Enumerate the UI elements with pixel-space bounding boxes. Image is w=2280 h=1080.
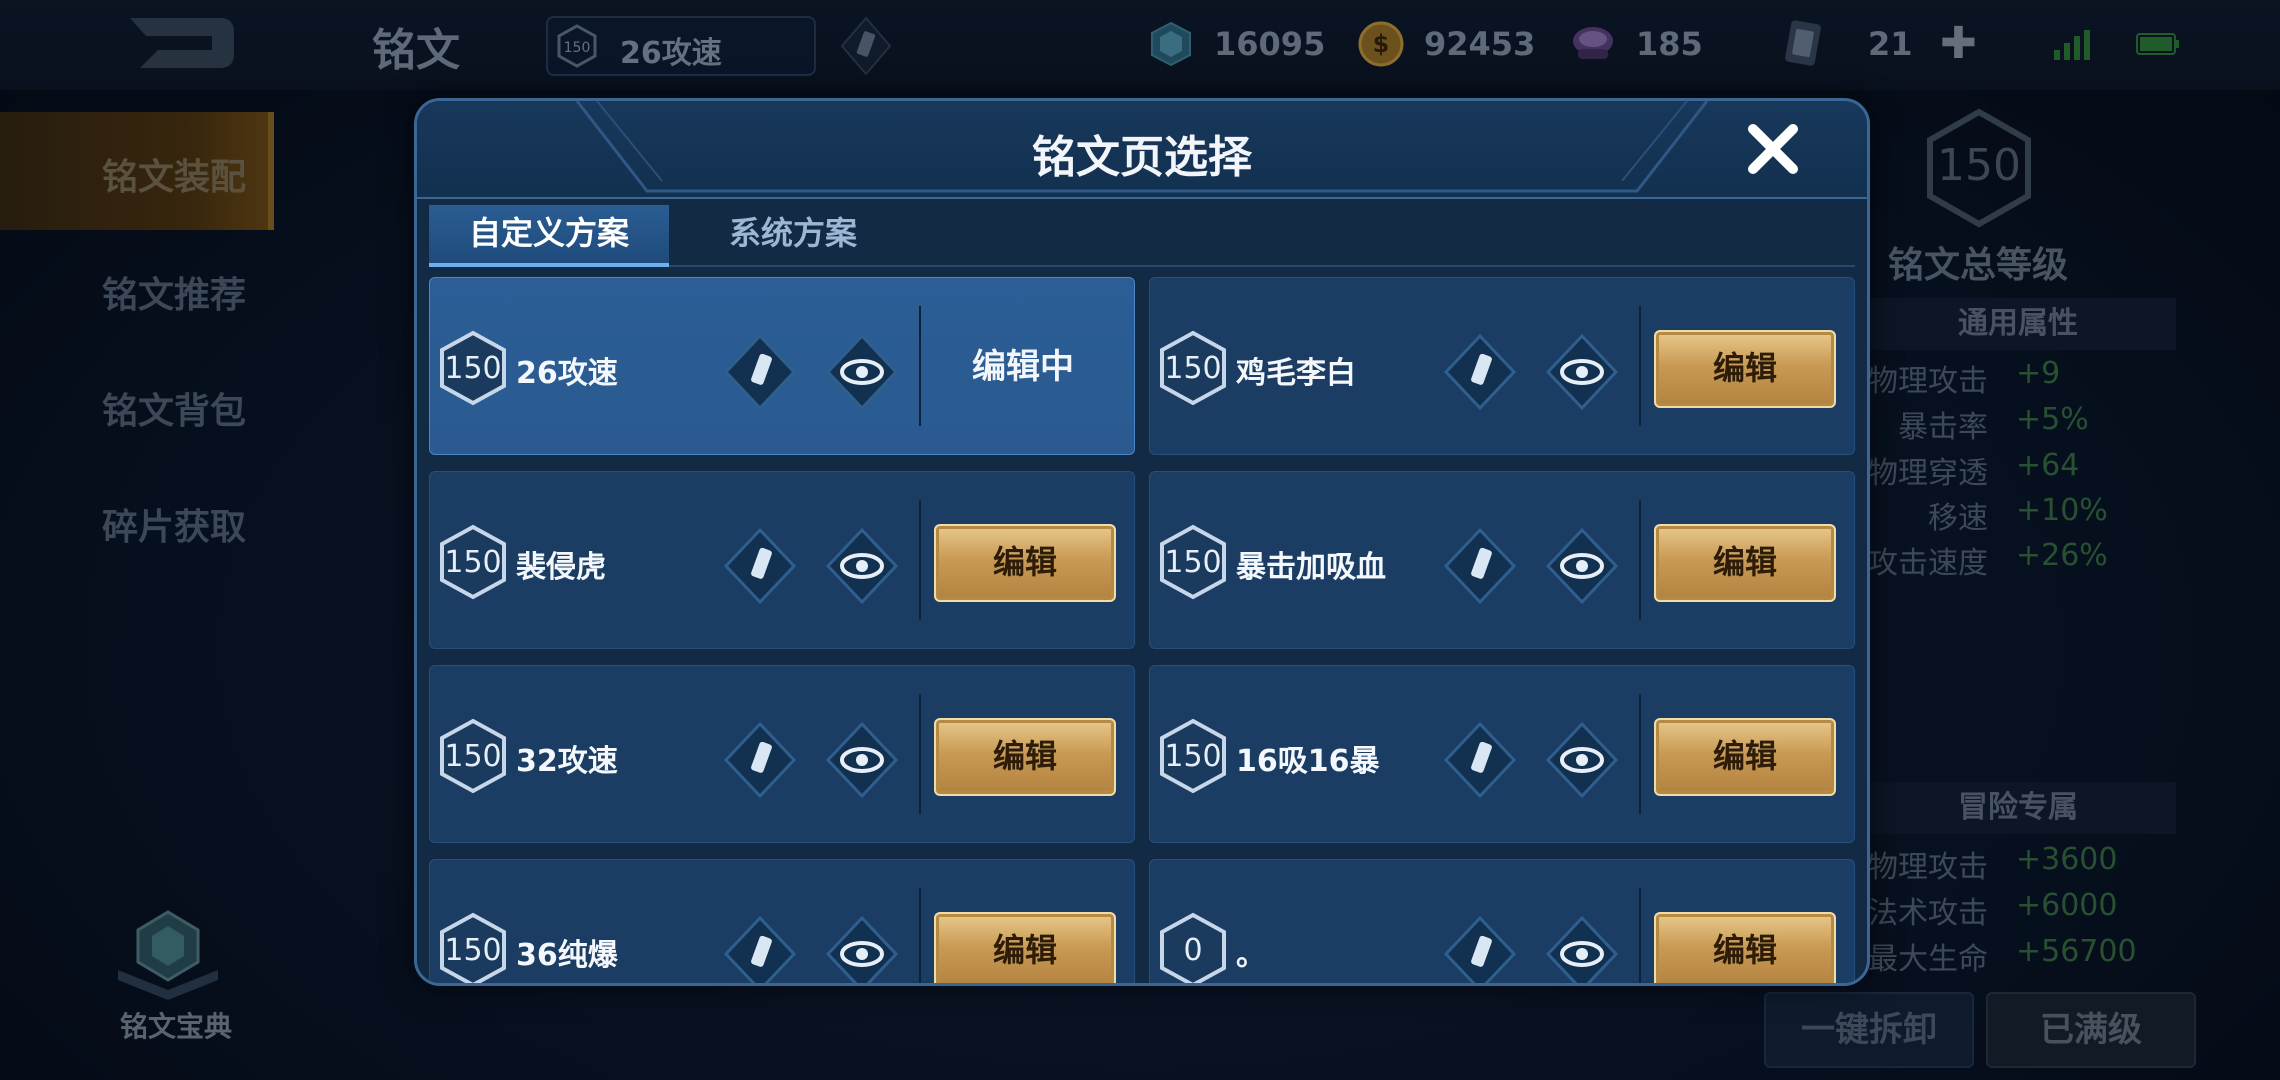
card-divider	[919, 888, 921, 983]
card-divider	[1639, 888, 1641, 983]
edit-button[interactable]: 编辑	[934, 912, 1116, 983]
preview-eye-icon[interactable]	[1544, 720, 1620, 800]
preview-eye-icon[interactable]	[824, 332, 900, 412]
page-name: 。	[1236, 938, 1266, 973]
card-divider	[919, 306, 921, 426]
preview-eye-icon[interactable]	[1544, 332, 1620, 412]
preview-eye-icon[interactable]	[1544, 526, 1620, 606]
editing-status: 编辑中	[972, 347, 1074, 387]
page-name: 16吸16暴	[1236, 744, 1380, 779]
page-grid: 150 26攻速 编辑中 150 鸡毛李白 编辑 150 裴侵虎 编辑 150 …	[429, 277, 1855, 983]
rename-pen-icon[interactable]	[722, 914, 798, 986]
card-divider	[1639, 500, 1641, 620]
tab-custom[interactable]: 自定义方案	[429, 205, 669, 267]
edit-button[interactable]: 编辑	[1654, 524, 1836, 602]
page-card[interactable]: 0 。 编辑	[1149, 859, 1855, 986]
preview-eye-icon[interactable]	[1544, 914, 1620, 986]
page-card[interactable]: 150 鸡毛李白 编辑	[1149, 277, 1855, 455]
modal-header: 铭文页选择	[417, 101, 1867, 199]
preview-eye-icon[interactable]	[824, 914, 900, 986]
page-card[interactable]: 150 16吸16暴 编辑	[1149, 665, 1855, 843]
page-card[interactable]: 150 26攻速 编辑中	[429, 277, 1135, 455]
page-select-modal: 铭文页选择 自定义方案 系统方案 150 26攻速 编辑中 150 鸡毛李白 编…	[414, 98, 1870, 986]
edit-button[interactable]: 编辑	[934, 718, 1116, 796]
page-card[interactable]: 150 32攻速 编辑	[429, 665, 1135, 843]
edit-button[interactable]: 编辑	[1654, 718, 1836, 796]
rename-pen-icon[interactable]	[1442, 720, 1518, 800]
card-divider	[919, 500, 921, 620]
page-name: 暴击加吸血	[1236, 550, 1386, 585]
edit-button[interactable]: 编辑	[1654, 330, 1836, 408]
preview-eye-icon[interactable]	[824, 720, 900, 800]
card-divider	[1639, 694, 1641, 814]
rename-pen-icon[interactable]	[722, 332, 798, 412]
page-name: 26攻速	[516, 356, 618, 391]
page-name: 裴侵虎	[516, 550, 606, 585]
page-name: 36纯爆	[516, 938, 618, 973]
edit-button[interactable]: 编辑	[934, 524, 1116, 602]
tab-system[interactable]: 系统方案	[673, 205, 913, 263]
page-card[interactable]: 150 暴击加吸血 编辑	[1149, 471, 1855, 649]
rename-pen-icon[interactable]	[722, 720, 798, 800]
page-card[interactable]: 150 裴侵虎 编辑	[429, 471, 1135, 649]
card-divider	[919, 694, 921, 814]
preview-eye-icon[interactable]	[824, 526, 900, 606]
page-card[interactable]: 150 36纯爆 编辑	[429, 859, 1135, 986]
rename-pen-icon[interactable]	[1442, 914, 1518, 986]
tab-bar: 自定义方案 系统方案	[429, 205, 1855, 267]
rename-pen-icon[interactable]	[1442, 332, 1518, 412]
page-name: 32攻速	[516, 744, 618, 779]
rename-pen-icon[interactable]	[722, 526, 798, 606]
page-name: 鸡毛李白	[1236, 356, 1356, 391]
rename-pen-icon[interactable]	[1442, 526, 1518, 606]
card-divider	[1639, 306, 1641, 426]
close-icon[interactable]	[1743, 119, 1803, 179]
modal-title: 铭文页选择	[1032, 132, 1252, 183]
edit-button[interactable]: 编辑	[1654, 912, 1836, 983]
